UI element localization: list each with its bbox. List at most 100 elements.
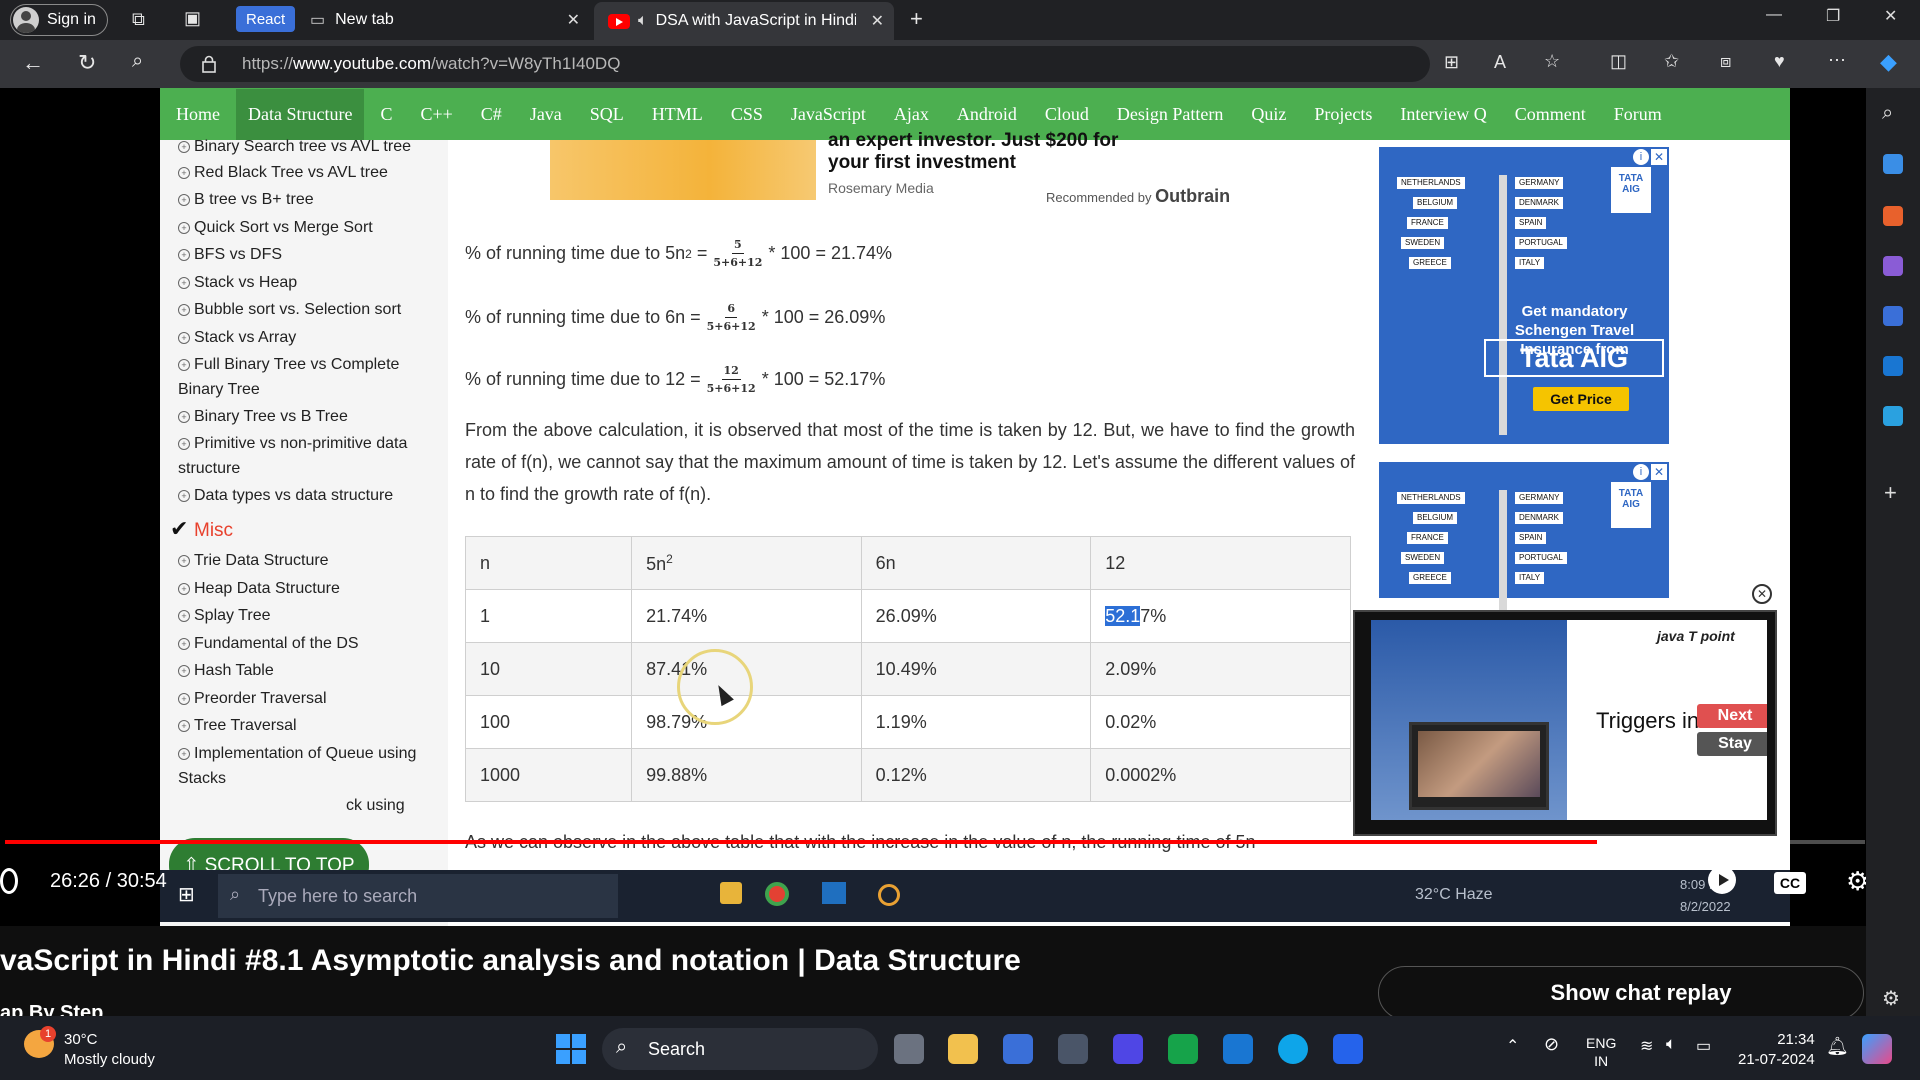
volume-icon[interactable]: 🔈︎ <box>1666 1034 1676 1054</box>
sidebar-link: + Data types vs data structure <box>178 483 448 508</box>
nav-projects: Projects <box>1314 103 1373 124</box>
fraction: 12 5+6+12 <box>706 364 756 395</box>
store-icon[interactable] <box>1003 1034 1033 1064</box>
start-icon[interactable] <box>556 1034 586 1064</box>
collections-icon[interactable]: ⧈ <box>1720 51 1731 72</box>
ad-headline: an expert investor. Just $200 for your f… <box>828 130 1119 173</box>
lock-icon[interactable] <box>202 55 216 73</box>
video-frame-taskbar: ⊞ ⌕ Type here to search 32°C Haze 8:09 P… <box>160 870 1790 922</box>
speaker-icon[interactable]: 🔈︎ <box>638 12 648 30</box>
refresh-icon[interactable]: ↻ <box>78 50 96 76</box>
subtitles-button[interactable]: CC <box>1774 872 1806 894</box>
search-icon: ⌕ <box>230 884 241 904</box>
nav-android: Android <box>956 103 1017 124</box>
table-header: 12 <box>1090 536 1351 590</box>
favorite-icon[interactable]: ☆ <box>1544 51 1560 72</box>
table-cell: 1000 <box>464 748 633 802</box>
edge-icon[interactable] <box>1278 1034 1308 1064</box>
file-explorer-icon[interactable] <box>948 1034 978 1064</box>
ad-info-icon: i <box>1633 149 1649 165</box>
video-weather: 32°C Haze <box>1415 886 1493 903</box>
nav-quiz: Quiz <box>1251 103 1287 124</box>
visual-studio-icon[interactable] <box>1113 1034 1143 1064</box>
file-explorer-icon <box>720 882 742 904</box>
sign-in-button[interactable]: Sign in <box>10 4 108 36</box>
app-available-icon[interactable]: ⊞ <box>1444 52 1459 73</box>
address-bar-row: ← ↻ ⌕ https://www.youtube.com/watch?v=W8… <box>0 40 1920 88</box>
windows-taskbar: 1 30°C Mostly cloudy ⌕ Search ⌃ ⊘ ENG IN ≋… <box>0 1016 1920 1080</box>
read-aloud-icon[interactable]: A <box>1494 52 1506 73</box>
split-screen-icon[interactable]: ◫ <box>1610 51 1627 72</box>
stay-button: Stay <box>1697 732 1767 756</box>
table-cell: 26.09% <box>860 589 1092 643</box>
chevron-up-icon[interactable]: ⌃ <box>1506 1036 1519 1056</box>
close-tab-icon[interactable]: ✕ <box>567 10 580 30</box>
sidebar-link: + Primitive vs non-primitive data structu… <box>178 435 408 477</box>
back-icon[interactable]: ← <box>22 50 44 76</box>
ad-info-icon: i <box>1633 464 1649 480</box>
autoplay-icon[interactable] <box>1708 866 1736 894</box>
url-input[interactable]: https://www.youtube.com/watch?v=W8yTh1I4… <box>180 46 1430 82</box>
settings-icon[interactable]: ⚙ <box>1882 986 1900 1011</box>
xbox-icon[interactable] <box>1168 1034 1198 1064</box>
workspaces-icon[interactable]: ⧉ <box>132 9 145 30</box>
app-icon[interactable] <box>1058 1034 1088 1064</box>
sidebar-link: + Splay Tree <box>178 603 448 628</box>
vscode-icon[interactable] <box>1333 1034 1363 1064</box>
show-chat-replay-button[interactable]: Show chat replay <box>1378 966 1864 1020</box>
wifi-icon[interactable]: ≋ <box>1640 1036 1653 1056</box>
sidebar-link: + Red Black Tree vs AVL tree <box>178 160 448 185</box>
tab-new-tab[interactable]: ▭ New tab ✕ <box>300 2 590 38</box>
clock[interactable]: 21:34 21-07-2024 <box>1738 1030 1815 1070</box>
time-display: 26:26 / 30:54 <box>50 870 167 892</box>
shopping-icon[interactable] <box>1883 154 1903 174</box>
telegram-icon[interactable] <box>1883 406 1903 426</box>
search-icon[interactable]: ⌕ <box>1882 102 1893 125</box>
tab-youtube[interactable]: 🔈︎ DSA with JavaScript in Hindi ✕ <box>594 2 894 40</box>
check-icon: ✔ <box>170 516 189 541</box>
ad-brand: Tata AIG <box>1484 339 1664 377</box>
close-icon: ✕ <box>1752 584 1772 604</box>
play-icon[interactable] <box>0 868 18 894</box>
copilot-sidebar-icon[interactable] <box>1883 306 1903 326</box>
progress-bar[interactable] <box>5 840 1598 844</box>
outlook-icon[interactable] <box>1883 356 1903 376</box>
table-cell: 10 <box>464 642 633 696</box>
network-off-icon[interactable]: ⊘ <box>1544 1034 1559 1055</box>
nav-javascript: JavaScript <box>790 103 866 124</box>
nav-home: Home <box>176 103 220 124</box>
table-cell: 0.0002% <box>1090 748 1351 802</box>
favorites-icon[interactable]: ✩ <box>1664 51 1679 72</box>
add-icon[interactable]: + <box>1884 480 1897 506</box>
minimize-icon[interactable]: — <box>1766 6 1782 24</box>
more-icon[interactable]: ⋯ <box>1828 50 1846 71</box>
taskbar-search[interactable]: ⌕ Search <box>602 1028 878 1070</box>
copilot-icon[interactable]: ◆ <box>1880 49 1897 75</box>
tab-actions-icon[interactable]: ▣ <box>184 8 201 29</box>
search-icon[interactable]: ⌕ <box>132 50 143 73</box>
weather-widget[interactable]: 30°C Mostly cloudy <box>64 1030 155 1070</box>
nav-data-structure: Data Structure <box>236 88 365 140</box>
table-header: 5n2 <box>631 536 862 590</box>
tools-icon[interactable] <box>1883 206 1903 226</box>
copilot-icon[interactable] <box>1862 1034 1892 1064</box>
task-view-icon[interactable] <box>894 1034 924 1064</box>
profile-icon <box>13 7 39 33</box>
close-tab-icon[interactable]: ✕ <box>871 11 884 31</box>
new-tab-icon[interactable]: + <box>910 6 923 32</box>
notification-icon[interactable]: 🔔︎ <box>1826 1036 1849 1057</box>
table-cell: 0.02% <box>1090 695 1351 749</box>
restore-icon[interactable]: ❐ <box>1826 6 1840 26</box>
battery-icon[interactable]: ▭ <box>1696 1036 1711 1056</box>
tab-react[interactable]: React <box>236 6 296 32</box>
outlook-icon[interactable] <box>1223 1034 1253 1064</box>
close-window-icon[interactable]: ✕ <box>1884 6 1897 26</box>
sidebar-link: + Stack vs Heap <box>178 270 448 295</box>
language-indicator[interactable]: ENG IN <box>1586 1034 1616 1070</box>
sidebar-link: + Tree Traversal <box>178 713 448 738</box>
laptop-image <box>1409 722 1549 810</box>
games-icon[interactable] <box>1883 256 1903 276</box>
nav-java: Java <box>529 103 562 124</box>
browser-essentials-icon[interactable]: ♥ <box>1774 51 1785 72</box>
table-header-row: n 5n2 6n 12 <box>464 536 1351 590</box>
